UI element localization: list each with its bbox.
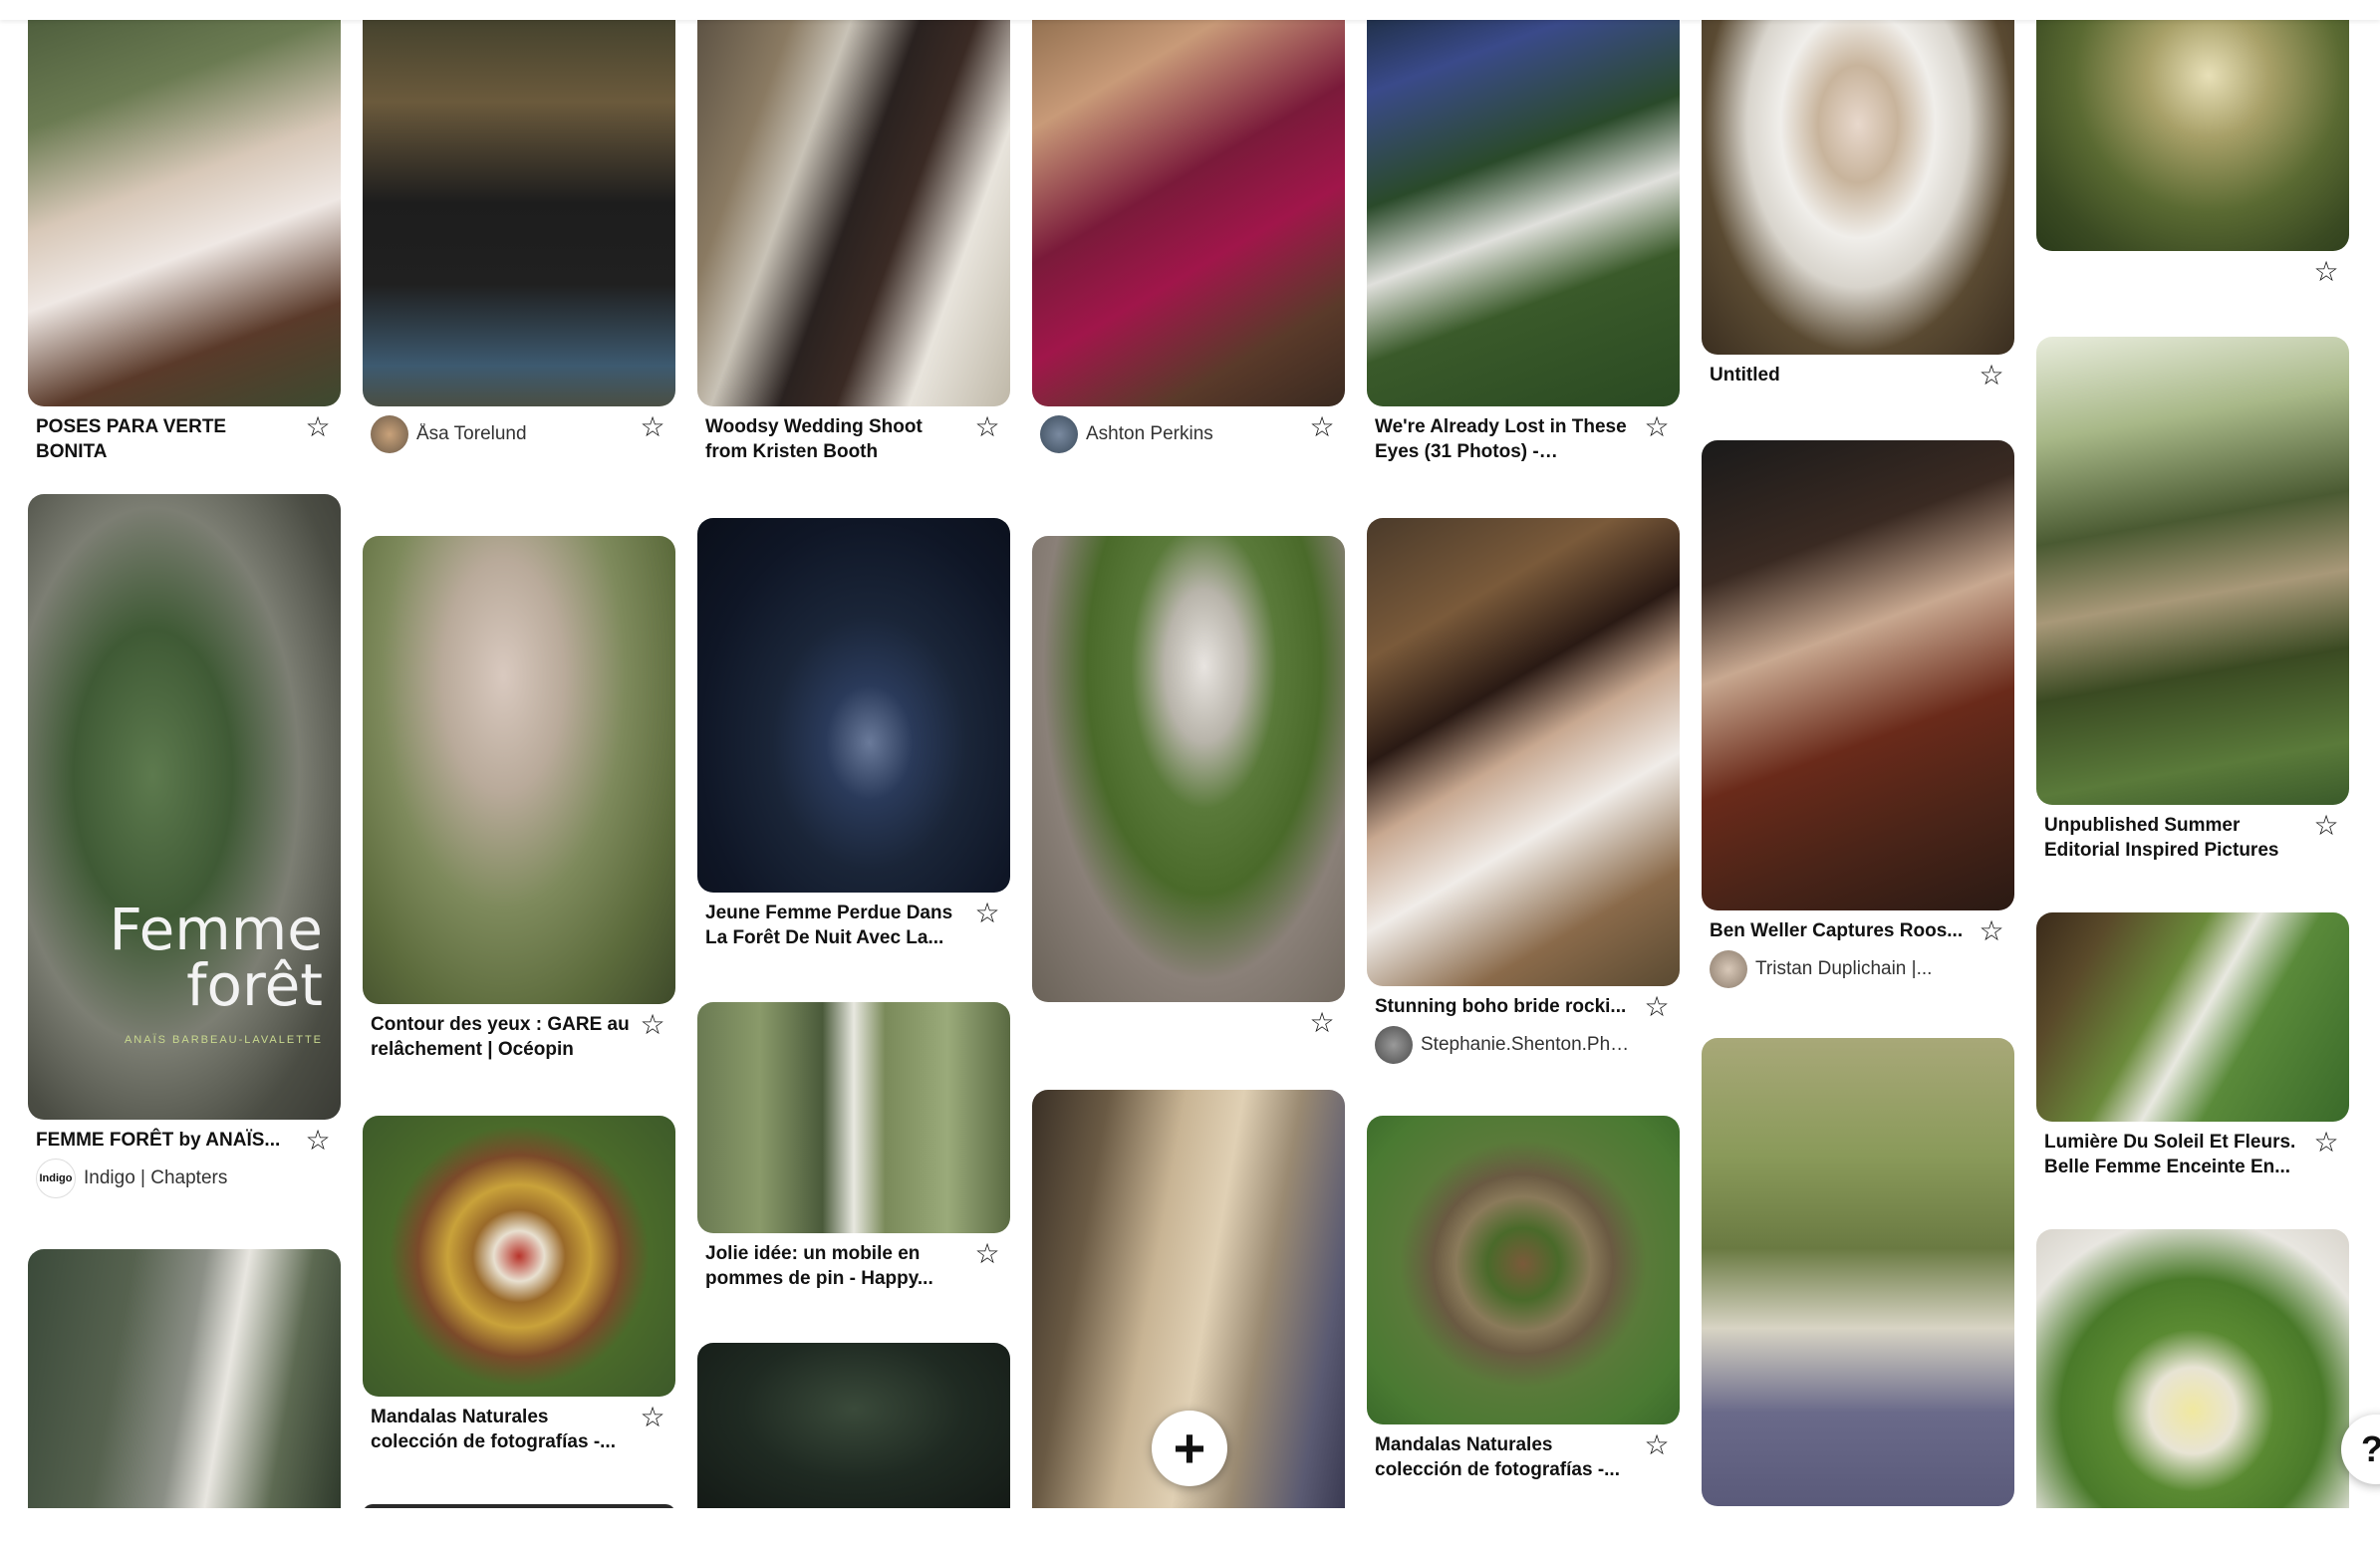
avatar [1375,1026,1413,1064]
pin-card[interactable]: Contour des yeux : GARE au relâchement |… [363,536,675,1062]
pin-image[interactable] [28,1249,341,1508]
pin-title[interactable]: Mandalas Naturales colección de fotograf… [371,1405,632,1454]
pin-image[interactable] [1367,1116,1680,1424]
pin-image[interactable] [1702,0,2014,355]
pin-image[interactable] [363,0,675,406]
star-icon[interactable]: ☆ [638,412,667,442]
pin-author[interactable]: Åsa Torelund [371,414,632,454]
pin-image[interactable]: Femme forêt ANAÏS BARBEAU-LAVALETTE [28,494,341,1120]
pin-title[interactable]: Jeune Femme Perdue Dans La Forêt De Nuit… [705,901,966,950]
pin-author[interactable]: Ashton Perkins [1040,414,1301,454]
avatar [371,415,408,453]
avatar [1710,950,1747,988]
pin-title[interactable]: Unpublished Summer Editorial Inspired Pi… [2044,813,2305,863]
star-icon[interactable]: ☆ [638,1010,667,1040]
pin-card[interactable]: Untitled ☆ [1702,0,2014,402]
pin-image[interactable] [697,1343,1010,1508]
pin-title[interactable]: Stunning boho bride rocki... [1375,994,1636,1019]
star-icon[interactable]: ☆ [972,1239,1002,1269]
pin-image[interactable] [2036,912,2349,1122]
star-icon[interactable]: ☆ [1642,1430,1672,1460]
pin-card[interactable]: Woodsy Wedding Shoot from Kristen Booth … [697,0,1010,464]
star-icon[interactable]: ☆ [1642,992,1672,1022]
author-name: Tristan Duplichain |... [1755,958,1933,979]
pin-image[interactable] [2036,1229,2349,1508]
pin-card[interactable]: Åsa Torelund ☆ [363,0,675,454]
pin-card[interactable]: Jeune Femme Perdue Dans La Forêt De Nuit… [697,518,1010,950]
pin-title[interactable]: POSES PARA VERTE BONITA [36,414,297,464]
top-header-edge [0,0,2380,20]
star-icon[interactable]: ☆ [2311,257,2341,287]
star-icon[interactable]: ☆ [303,412,333,442]
pin-card[interactable]: We're Already Lost in These Eyes (31 Pho… [1367,0,1680,464]
pin-card[interactable]: ☆ [1032,536,1345,1050]
pin-feed: POSES PARA VERTE BONITA ☆ Femme forêt AN… [0,0,2380,1508]
pin-card[interactable] [1702,1038,2014,1506]
pin-card[interactable]: Ben Weller Captures Roos... ☆ Tristan Du… [1702,440,2014,989]
pin-image[interactable] [1032,0,1345,406]
pin-title[interactable]: Untitled [1710,363,1971,388]
pin-card[interactable] [363,1504,675,1508]
star-icon[interactable]: ☆ [972,412,1002,442]
pin-card[interactable]: Mandalas Naturales colección de fotograf… [1367,1116,1680,1482]
pin-author[interactable]: Indigo Indigo | Chapters [36,1159,297,1198]
pin-image[interactable] [697,518,1010,893]
pin-image[interactable] [363,1504,675,1508]
author-name: Ashton Perkins [1086,423,1213,444]
pin-image[interactable] [1702,1038,2014,1506]
pin-image[interactable] [1032,536,1345,1002]
pin-author[interactable]: Stephanie.Shenton.Photogr... [1375,1025,1636,1065]
pin-card[interactable] [697,1343,1010,1508]
pin-author[interactable]: Tristan Duplichain |... [1710,949,1971,989]
star-icon[interactable]: ☆ [2311,1128,2341,1158]
pin-image[interactable] [2036,0,2349,251]
pin-image[interactable] [1702,440,2014,910]
pin-title[interactable]: Woodsy Wedding Shoot from Kristen Booth [705,414,966,464]
star-icon[interactable]: ☆ [1307,412,1337,442]
star-icon[interactable]: ☆ [1642,412,1672,442]
create-pin-button[interactable]: + [1152,1411,1227,1486]
pin-card[interactable] [2036,1229,2349,1508]
author-name: Åsa Torelund [416,423,527,444]
pin-title[interactable]: FEMME FORÊT by ANAÏS... [36,1128,297,1153]
pin-image[interactable] [697,0,1010,406]
pin-title[interactable]: Lumière Du Soleil Et Fleurs. Belle Femme… [2044,1130,2305,1179]
author-name: Indigo | Chapters [84,1167,228,1188]
pin-card[interactable]: Femme forêt ANAÏS BARBEAU-LAVALETTE FEMM… [28,494,341,1198]
star-icon[interactable]: ☆ [1977,916,2006,946]
star-icon[interactable]: ☆ [303,1126,333,1156]
pin-image[interactable] [28,0,341,406]
pin-card[interactable]: Stunning boho bride rocki... ☆ Stephanie… [1367,518,1680,1065]
avatar [1040,415,1078,453]
pin-title[interactable]: Ben Weller Captures Roos... [1710,918,1971,943]
star-icon[interactable]: ☆ [1307,1008,1337,1038]
pin-image[interactable] [363,536,675,1004]
pin-title[interactable]: We're Already Lost in These Eyes (31 Pho… [1375,414,1636,464]
star-icon[interactable]: ☆ [2311,811,2341,841]
pin-title[interactable]: Jolie idée: un mobile en pommes de pin -… [705,1241,966,1291]
author-name: Stephanie.Shenton.Photogr... [1421,1034,1636,1055]
pin-card[interactable]: Lumière Du Soleil Et Fleurs. Belle Femme… [2036,912,2349,1179]
book-cover-title: Femme [109,896,323,963]
pin-image[interactable] [363,1116,675,1397]
pin-card[interactable] [28,1249,341,1508]
pin-card[interactable]: ☆ [2036,0,2349,299]
pin-card[interactable]: POSES PARA VERTE BONITA ☆ [28,0,341,464]
book-cover-title: forêt [186,951,323,1019]
pin-card[interactable]: Unpublished Summer Editorial Inspired Pi… [2036,337,2349,863]
pin-image[interactable] [1367,0,1680,406]
pin-title[interactable]: Contour des yeux : GARE au relâchement |… [371,1012,632,1062]
pin-title[interactable]: Mandalas Naturales colección de fotograf… [1375,1432,1636,1482]
star-icon[interactable]: ☆ [638,1403,667,1432]
pin-image[interactable] [2036,337,2349,805]
star-icon[interactable]: ☆ [1977,361,2006,390]
pin-image[interactable] [697,1002,1010,1233]
book-cover-author: ANAÏS BARBEAU-LAVALETTE [124,1034,323,1046]
pin-card[interactable]: Ashton Perkins ☆ [1032,0,1345,454]
pin-card[interactable]: Mandalas Naturales colección de fotograf… [363,1116,675,1454]
avatar: Indigo [36,1159,76,1198]
pin-card[interactable]: Jolie idée: un mobile en pommes de pin -… [697,1002,1010,1291]
pin-image[interactable] [1367,518,1680,986]
star-icon[interactable]: ☆ [972,899,1002,928]
